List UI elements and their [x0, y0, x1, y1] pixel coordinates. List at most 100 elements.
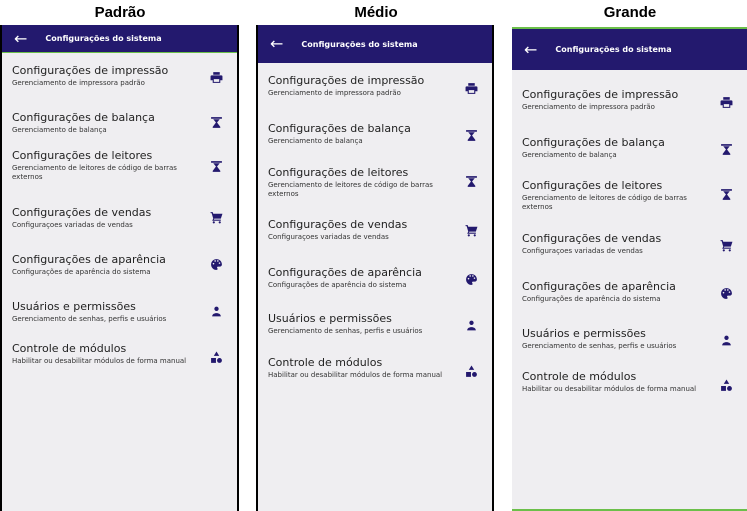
person-icon	[465, 319, 478, 332]
item-label: Controle de módulos	[12, 342, 127, 355]
settings-list: Configurações de impressão Gerenciamento…	[512, 70, 747, 421]
settings-item-aparencia[interactable]: Configurações de aparência Configurações…	[2, 253, 237, 301]
settings-item-aparencia[interactable]: Configurações de aparência Configurações…	[512, 280, 747, 328]
shopping-cart-icon	[210, 211, 223, 224]
item-label: Configurações de vendas	[12, 206, 152, 219]
item-label: Configurações de impressão	[12, 64, 169, 77]
settings-item-impressao[interactable]: Configurações de impressão Gerenciamento…	[2, 64, 237, 112]
back-arrow-icon[interactable]: ←	[270, 36, 283, 52]
settings-item-modulos[interactable]: Controle de módulos Habilitar ou desabil…	[512, 370, 747, 421]
settings-item-vendas[interactable]: Configurações de vendas Configuraçoes va…	[258, 218, 492, 267]
settings-item-balanca[interactable]: Configurações de balança Gerenciamento d…	[2, 111, 237, 150]
shapes-icon	[210, 351, 223, 364]
item-label: Controle de módulos	[522, 370, 637, 383]
palette-icon	[720, 287, 733, 300]
item-label: Controle de módulos	[268, 356, 383, 369]
appbar-title: Configurações do sistema	[45, 34, 162, 43]
item-label: Configurações de impressão	[268, 74, 425, 87]
item-description: Gerenciamento de senhas, perfis e usuári…	[12, 314, 167, 323]
scale-icon	[210, 116, 223, 129]
item-description: Configuraçoes variadas de vendas	[522, 246, 643, 255]
shapes-icon	[720, 379, 733, 392]
settings-item-aparencia[interactable]: Configurações de aparência Configurações…	[258, 266, 492, 313]
item-description: Gerenciamento de balança	[522, 150, 617, 159]
item-description: Gerenciamento de senhas, perfis e usuári…	[522, 341, 677, 350]
scale-icon	[465, 129, 478, 142]
item-label: Usuários e permissões	[522, 327, 646, 340]
scale-icon	[465, 175, 478, 188]
printer-icon	[210, 71, 223, 84]
settings-item-vendas[interactable]: Configurações de vendas Configuraçoes va…	[512, 232, 747, 281]
item-label: Configurações de balança	[522, 136, 665, 149]
shapes-icon	[465, 365, 478, 378]
settings-item-vendas[interactable]: Configurações de vendas Configuraçoes va…	[2, 206, 237, 254]
app-bar: ← Configurações do sistema	[258, 25, 492, 63]
item-label: Usuários e permissões	[268, 312, 392, 325]
item-description: Configurações de aparência do sistema	[12, 267, 151, 276]
settings-list: Configurações de impressão Gerenciamento…	[258, 63, 492, 407]
item-description: Gerenciamento de impressora padrão	[268, 88, 401, 97]
item-description: Gerenciamento de impressora padrão	[12, 78, 145, 87]
item-label: Configurações de aparência	[268, 266, 422, 279]
item-label: Configurações de leitores	[268, 166, 409, 179]
screen-grande: ← Configurações do sistema Configurações…	[512, 27, 747, 511]
settings-item-usuarios[interactable]: Usuários e permissões Gerenciamento de s…	[258, 312, 492, 357]
settings-item-usuarios[interactable]: Usuários e permissões Gerenciamento de s…	[2, 300, 237, 343]
item-label: Configurações de vendas	[522, 232, 662, 245]
item-description: Gerenciamento de leitores de código de b…	[522, 193, 687, 212]
item-description: Gerenciamento de balança	[12, 125, 107, 134]
palette-icon	[210, 258, 223, 271]
item-description: Configurações de aparência do sistema	[522, 294, 661, 303]
item-label: Configurações de aparência	[12, 253, 166, 266]
item-label: Configurações de balança	[12, 111, 155, 124]
item-label: Usuários e permissões	[12, 300, 136, 313]
item-label: Configurações de aparência	[522, 280, 676, 293]
item-description: Gerenciamento de leitores de código de b…	[268, 180, 433, 199]
item-label: Configurações de balança	[268, 122, 411, 135]
item-description: Configuraçoes variadas de vendas	[12, 220, 133, 229]
item-label: Configurações de leitores	[522, 179, 663, 192]
settings-list: Configurações de impressão Gerenciamento…	[2, 53, 237, 390]
settings-item-modulos[interactable]: Controle de módulos Habilitar ou desabil…	[258, 356, 492, 407]
settings-item-impressao[interactable]: Configurações de impressão Gerenciamento…	[512, 88, 747, 137]
scale-icon	[210, 160, 223, 173]
screen-padrao: ← Configurações do sistema Configurações…	[0, 25, 239, 511]
appbar-title: Configurações do sistema	[555, 45, 672, 54]
item-description: Gerenciamento de senhas, perfis e usuári…	[268, 326, 423, 335]
item-description: Gerenciamento de impressora padrão	[522, 102, 655, 111]
item-description: Gerenciamento de balança	[268, 136, 363, 145]
item-description: Habilitar ou desabilitar módulos de form…	[268, 370, 443, 379]
app-bar: ← Configurações do sistema	[512, 29, 747, 70]
item-label: Configurações de vendas	[268, 218, 408, 231]
item-description: Configuraçoes variadas de vendas	[268, 232, 389, 241]
settings-item-leitores[interactable]: Configurações de leitores Gerenciamento …	[2, 149, 237, 207]
back-arrow-icon[interactable]: ←	[524, 41, 537, 58]
settings-item-balanca[interactable]: Configurações de balança Gerenciamento d…	[258, 122, 492, 167]
scale-icon	[720, 143, 733, 156]
person-icon	[720, 334, 733, 347]
settings-item-usuarios[interactable]: Usuários e permissões Gerenciamento de s…	[512, 327, 747, 371]
scale-icon	[720, 188, 733, 201]
app-bar: ← Configurações do sistema	[2, 25, 237, 53]
settings-item-modulos[interactable]: Controle de módulos Habilitar ou desabil…	[2, 342, 237, 390]
variant-title-grande: Grande	[603, 4, 657, 21]
item-description: Configurações de aparência do sistema	[268, 280, 407, 289]
item-label: Configurações de leitores	[12, 149, 153, 162]
settings-item-leitores[interactable]: Configurações de leitores Gerenciamento …	[512, 179, 747, 233]
settings-item-leitores[interactable]: Configurações de leitores Gerenciamento …	[258, 166, 492, 219]
variant-title-padrao: Padrão	[94, 4, 146, 21]
variant-title-medio: Médio	[354, 4, 398, 21]
item-label: Configurações de impressão	[522, 88, 679, 101]
screen-medio: ← Configurações do sistema Configurações…	[256, 25, 494, 511]
shopping-cart-icon	[465, 224, 478, 237]
item-description: Gerenciamento de leitores de código de b…	[12, 163, 177, 182]
printer-icon	[465, 82, 478, 95]
shopping-cart-icon	[720, 239, 733, 252]
appbar-title: Configurações do sistema	[301, 39, 418, 49]
settings-item-impressao[interactable]: Configurações de impressão Gerenciamento…	[258, 74, 492, 123]
item-description: Habilitar ou desabilitar módulos de form…	[522, 384, 697, 393]
person-icon	[210, 305, 223, 318]
settings-item-balanca[interactable]: Configurações de balança Gerenciamento d…	[512, 136, 747, 180]
palette-icon	[465, 273, 478, 286]
back-arrow-icon[interactable]: ←	[14, 30, 27, 47]
